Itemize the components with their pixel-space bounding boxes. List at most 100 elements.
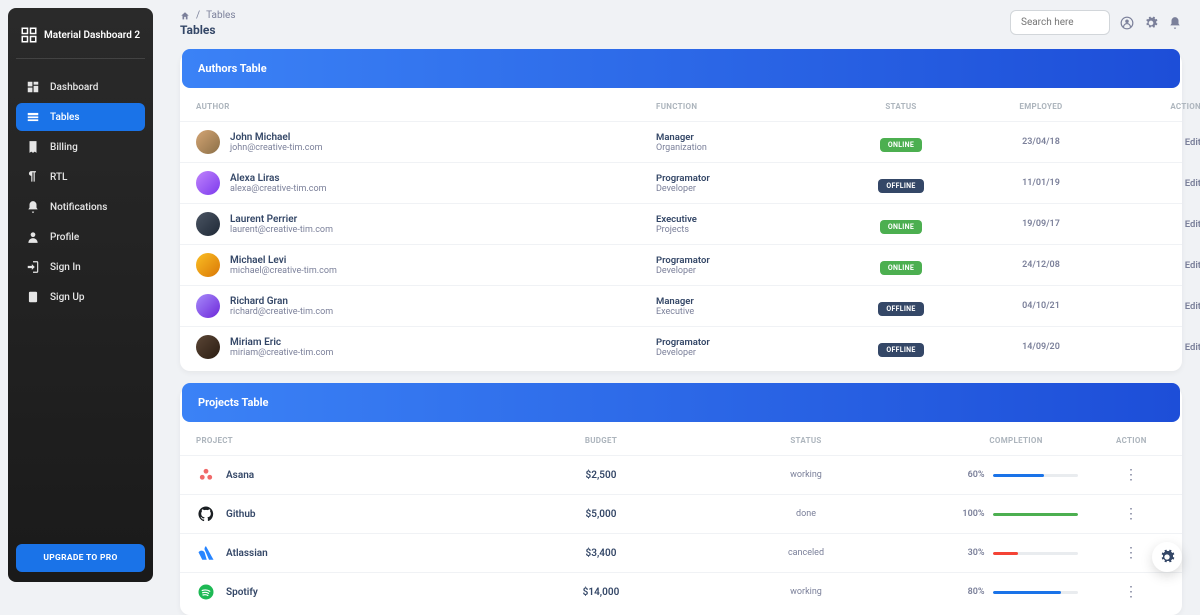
- bell-icon: [26, 200, 40, 214]
- project-name: Atlassian: [226, 548, 268, 559]
- more-icon[interactable]: ⋮: [1116, 585, 1146, 599]
- authors-table: AUTHOR FUNCTION STATUS EMPLOYED ACTION J…: [180, 92, 1182, 371]
- bell-icon[interactable]: [1168, 16, 1182, 30]
- avatar: [196, 171, 220, 195]
- sidebar-item-label: Profile: [50, 232, 79, 243]
- employed-cell: 23/04/18: [961, 137, 1121, 147]
- function-cell: ManagerExecutive: [656, 296, 841, 317]
- status-cell: ONLINE: [841, 214, 961, 234]
- sidebar-item-signup[interactable]: Sign Up: [16, 283, 145, 311]
- progress-bar: [993, 552, 1078, 555]
- completion-pct: 100%: [955, 509, 985, 519]
- sidebar-item-notifications[interactable]: Notifications: [16, 193, 145, 221]
- person-icon: [26, 230, 40, 244]
- projects-table: PROJECT BUDGET STATUS COMPLETION ACTION …: [180, 426, 1182, 615]
- employed-cell: 04/10/21: [961, 301, 1121, 311]
- gear-icon[interactable]: [1144, 16, 1158, 30]
- rtl-icon: [26, 170, 40, 184]
- edit-button[interactable]: Edit: [1121, 178, 1200, 189]
- sidebar-item-label: RTL: [50, 172, 67, 183]
- dept: Executive: [656, 307, 841, 317]
- col-status: STATUS: [841, 102, 961, 111]
- col-action: ACTION: [1121, 102, 1200, 111]
- crumb-current[interactable]: Tables: [206, 10, 235, 21]
- sidebar-item-rtl[interactable]: RTL: [16, 163, 145, 191]
- completion-pct: 80%: [955, 587, 985, 597]
- author-email: richard@creative-tim.com: [230, 307, 333, 317]
- budget-cell: $3,400: [506, 548, 696, 559]
- more-icon[interactable]: ⋮: [1116, 507, 1146, 521]
- status-cell: OFFLINE: [841, 337, 961, 357]
- sidebar-item-profile[interactable]: Profile: [16, 223, 145, 251]
- progress-bar: [993, 513, 1078, 516]
- home-icon[interactable]: [180, 11, 190, 21]
- sidebar-item-dashboard[interactable]: Dashboard: [16, 73, 145, 101]
- budget-cell: $5,000: [506, 509, 696, 520]
- sidebar-item-billing[interactable]: Billing: [16, 133, 145, 161]
- project-name: Spotify: [226, 587, 258, 598]
- employed-cell: 14/09/20: [961, 342, 1121, 352]
- employed-cell: 11/01/19: [961, 178, 1121, 188]
- atlassian-icon: [196, 543, 216, 563]
- topbar: / Tables Tables: [180, 10, 1182, 37]
- sidebar-item-label: Billing: [50, 142, 78, 153]
- spotify-icon: [196, 582, 216, 602]
- more-icon[interactable]: ⋮: [1116, 468, 1146, 482]
- author-email: alexa@creative-tim.com: [230, 184, 326, 194]
- role: Executive: [656, 214, 841, 225]
- author-cell: Alexa Lirasalexa@creative-tim.com: [196, 171, 656, 195]
- col-completion: COMPLETION: [916, 436, 1116, 445]
- col-function: FUNCTION: [656, 102, 841, 111]
- crumb-separator: /: [196, 10, 200, 21]
- col-pstatus: STATUS: [696, 436, 916, 445]
- project-cell: Spotify: [196, 582, 506, 602]
- projects-table-head: PROJECT BUDGET STATUS COMPLETION ACTION: [180, 426, 1182, 455]
- authors-card-header: Authors Table: [182, 49, 1180, 88]
- table-row: Michael Levimichael@creative-tim.comProg…: [180, 244, 1182, 285]
- sidebar-item-signin[interactable]: Sign In: [16, 253, 145, 281]
- completion-cell: 30%: [916, 548, 1116, 558]
- settings-fab[interactable]: [1152, 542, 1182, 572]
- table-row: John Michaeljohn@creative-tim.comManager…: [180, 121, 1182, 162]
- status-cell: ONLINE: [841, 132, 961, 152]
- author-name: Miriam Eric: [230, 337, 333, 348]
- project-cell: Atlassian: [196, 543, 506, 563]
- sidebar-item-label: Sign Up: [50, 292, 85, 303]
- sidebar-item-tables[interactable]: Tables: [16, 103, 145, 131]
- edit-button[interactable]: Edit: [1121, 260, 1200, 271]
- upgrade-button[interactable]: UPGRADE TO PRO: [16, 544, 145, 572]
- author-email: miriam@creative-tim.com: [230, 348, 333, 358]
- receipt-icon: [26, 140, 40, 154]
- status-cell: OFFLINE: [841, 296, 961, 316]
- dept: Organization: [656, 143, 841, 153]
- brand: Material Dashboard 2: [16, 18, 145, 59]
- col-employed: EMPLOYED: [961, 102, 1121, 111]
- edit-button[interactable]: Edit: [1121, 219, 1200, 230]
- edit-button[interactable]: Edit: [1121, 301, 1200, 312]
- more-icon[interactable]: ⋮: [1116, 546, 1146, 560]
- author-cell: John Michaeljohn@creative-tim.com: [196, 130, 656, 154]
- author-email: john@creative-tim.com: [230, 143, 322, 153]
- avatar: [196, 335, 220, 359]
- completion-pct: 30%: [955, 548, 985, 558]
- author-cell: Miriam Ericmiriam@creative-tim.com: [196, 335, 656, 359]
- budget-cell: $2,500: [506, 470, 696, 481]
- status-cell: ONLINE: [841, 255, 961, 275]
- topbar-right: [1010, 10, 1182, 35]
- author-name: John Michael: [230, 132, 322, 143]
- col-project: PROJECT: [196, 436, 506, 445]
- edit-button[interactable]: Edit: [1121, 342, 1200, 353]
- author-email: laurent@creative-tim.com: [230, 225, 333, 235]
- account-icon[interactable]: [1120, 16, 1134, 30]
- projects-card: Projects Table PROJECT BUDGET STATUS COM…: [180, 387, 1182, 615]
- search-input[interactable]: [1010, 10, 1110, 35]
- status-badge: ONLINE: [880, 261, 922, 275]
- edit-button[interactable]: Edit: [1121, 137, 1200, 148]
- dept: Developer: [656, 348, 841, 358]
- brand-name: Material Dashboard 2: [44, 30, 140, 41]
- function-cell: ExecutiveProjects: [656, 214, 841, 235]
- function-cell: ProgramatorDeveloper: [656, 173, 841, 194]
- project-name: Github: [226, 509, 256, 520]
- status-cell: OFFLINE: [841, 173, 961, 193]
- completion-cell: 100%: [916, 509, 1116, 519]
